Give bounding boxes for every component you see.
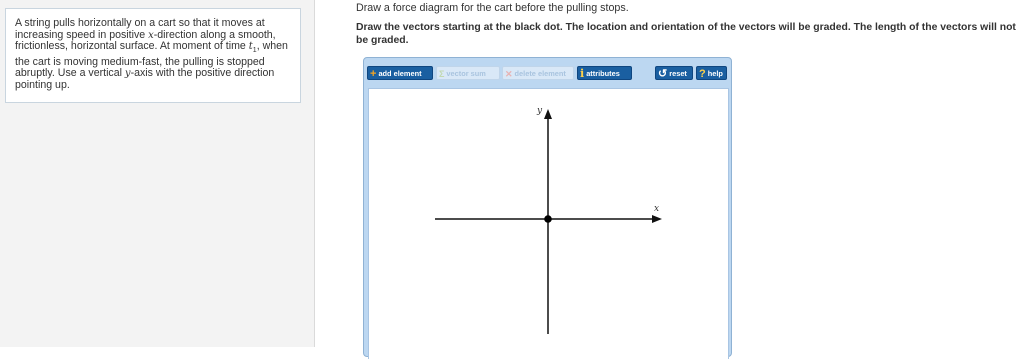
- reset-label: reset: [669, 69, 687, 78]
- attributes-label: attributes: [586, 69, 620, 78]
- info-icon: i: [580, 67, 585, 80]
- x-axis-arrowhead: [652, 215, 662, 223]
- origin-dot[interactable]: [544, 215, 552, 223]
- add-element-label: add element: [378, 69, 422, 78]
- y-axis-label: y: [537, 106, 543, 116]
- help-label: help: [707, 69, 723, 78]
- help-icon: ?: [699, 68, 706, 80]
- y-axis-arrowhead: [544, 109, 552, 119]
- attributes-button[interactable]: i attributes: [577, 66, 632, 80]
- sigma-icon: Σ: [439, 69, 445, 79]
- x-axis-label: x: [654, 204, 660, 214]
- vector-sum-button[interactable]: Σvector sum: [436, 66, 500, 80]
- instruction-title: Draw a force diagram for the cart before…: [356, 2, 629, 14]
- reset-icon: ↺: [658, 68, 668, 80]
- delete-element-button[interactable]: ✕ delete element: [502, 66, 574, 80]
- drawing-toolbar: + add element Σvector sum ✕ delete element…: [367, 61, 728, 87]
- drawing-canvas[interactable]: y x: [368, 88, 729, 359]
- plus-icon: +: [370, 68, 377, 80]
- instruction-detail: Draw the vectors starting at the black d…: [356, 22, 1016, 46]
- vector-sum-label: vector sum: [446, 69, 486, 78]
- delete-icon: ✕: [505, 69, 513, 79]
- delete-element-label: delete element: [514, 69, 566, 78]
- reset-button[interactable]: ↺ reset: [655, 66, 693, 80]
- vector-drawing-tool: + add element Σvector sum ✕ delete element…: [363, 57, 732, 359]
- axes-graphic: [435, 109, 662, 334]
- add-element-button[interactable]: + add element: [367, 66, 433, 80]
- problem-statement: A string pulls horizontally on a cart so…: [5, 8, 301, 103]
- left-panel: A string pulls horizontally on a cart so…: [0, 0, 315, 347]
- help-button[interactable]: ? help: [696, 66, 727, 80]
